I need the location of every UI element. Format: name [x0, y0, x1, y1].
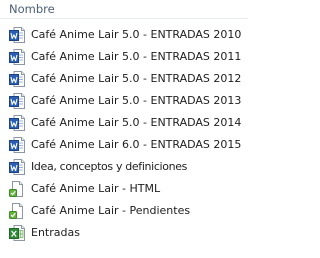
word-document-icon — [9, 93, 25, 109]
file-item[interactable]: Café Anime Lair 5.0 - ENTRADAS 2011 — [0, 46, 248, 68]
generic-document-icon — [9, 181, 25, 197]
file-list-pane: Nombre Café Anime Lair 5.0 - ENTRADAS 20… — [0, 0, 248, 258]
file-item[interactable]: Idea, conceptos y definiciones — [0, 156, 248, 178]
generic-document-icon — [9, 203, 25, 219]
file-item[interactable]: Entradas — [0, 222, 248, 244]
file-item-name: Idea, conceptos y definiciones — [31, 160, 188, 173]
spreadsheet-document-icon — [9, 225, 25, 241]
file-item-name: Café Anime Lair - Pendientes — [31, 204, 191, 217]
word-document-icon — [9, 71, 25, 87]
file-item-name: Café Anime Lair - HTML — [31, 182, 161, 195]
file-item[interactable]: Café Anime Lair 5.0 - ENTRADAS 2012 — [0, 68, 248, 90]
file-item[interactable]: Café Anime Lair 5.0 - ENTRADAS 2013 — [0, 90, 248, 112]
file-item-name: Café Anime Lair 6.0 - ENTRADAS 2015 — [31, 138, 242, 151]
file-item[interactable]: Café Anime Lair 5.0 - ENTRADAS 2014 — [0, 112, 248, 134]
name-column-header[interactable]: Nombre — [0, 0, 248, 19]
file-item-name: Café Anime Lair 5.0 - ENTRADAS 2011 — [31, 50, 242, 63]
file-item[interactable]: Café Anime Lair 6.0 - ENTRADAS 2015 — [0, 134, 248, 156]
word-document-icon — [9, 115, 25, 131]
word-document-icon — [9, 49, 25, 65]
file-item[interactable]: Café Anime Lair - Pendientes — [0, 200, 248, 222]
file-item-name: Café Anime Lair 5.0 - ENTRADAS 2013 — [31, 94, 242, 107]
file-item-name: Café Anime Lair 5.0 - ENTRADAS 2014 — [31, 116, 242, 129]
name-column-header-label: Nombre — [9, 2, 55, 16]
file-list: Café Anime Lair 5.0 - ENTRADAS 2010 Café… — [0, 24, 248, 244]
header-divider — [0, 18, 248, 19]
word-document-icon — [9, 137, 25, 153]
word-document-icon — [9, 159, 25, 175]
file-item-name: Café Anime Lair 5.0 - ENTRADAS 2010 — [31, 28, 242, 41]
file-item[interactable]: Café Anime Lair 5.0 - ENTRADAS 2010 — [0, 24, 248, 46]
word-document-icon — [9, 27, 25, 43]
file-item-name: Café Anime Lair 5.0 - ENTRADAS 2012 — [31, 72, 242, 85]
file-item-name: Entradas — [31, 226, 80, 239]
file-item[interactable]: Café Anime Lair - HTML — [0, 178, 248, 200]
